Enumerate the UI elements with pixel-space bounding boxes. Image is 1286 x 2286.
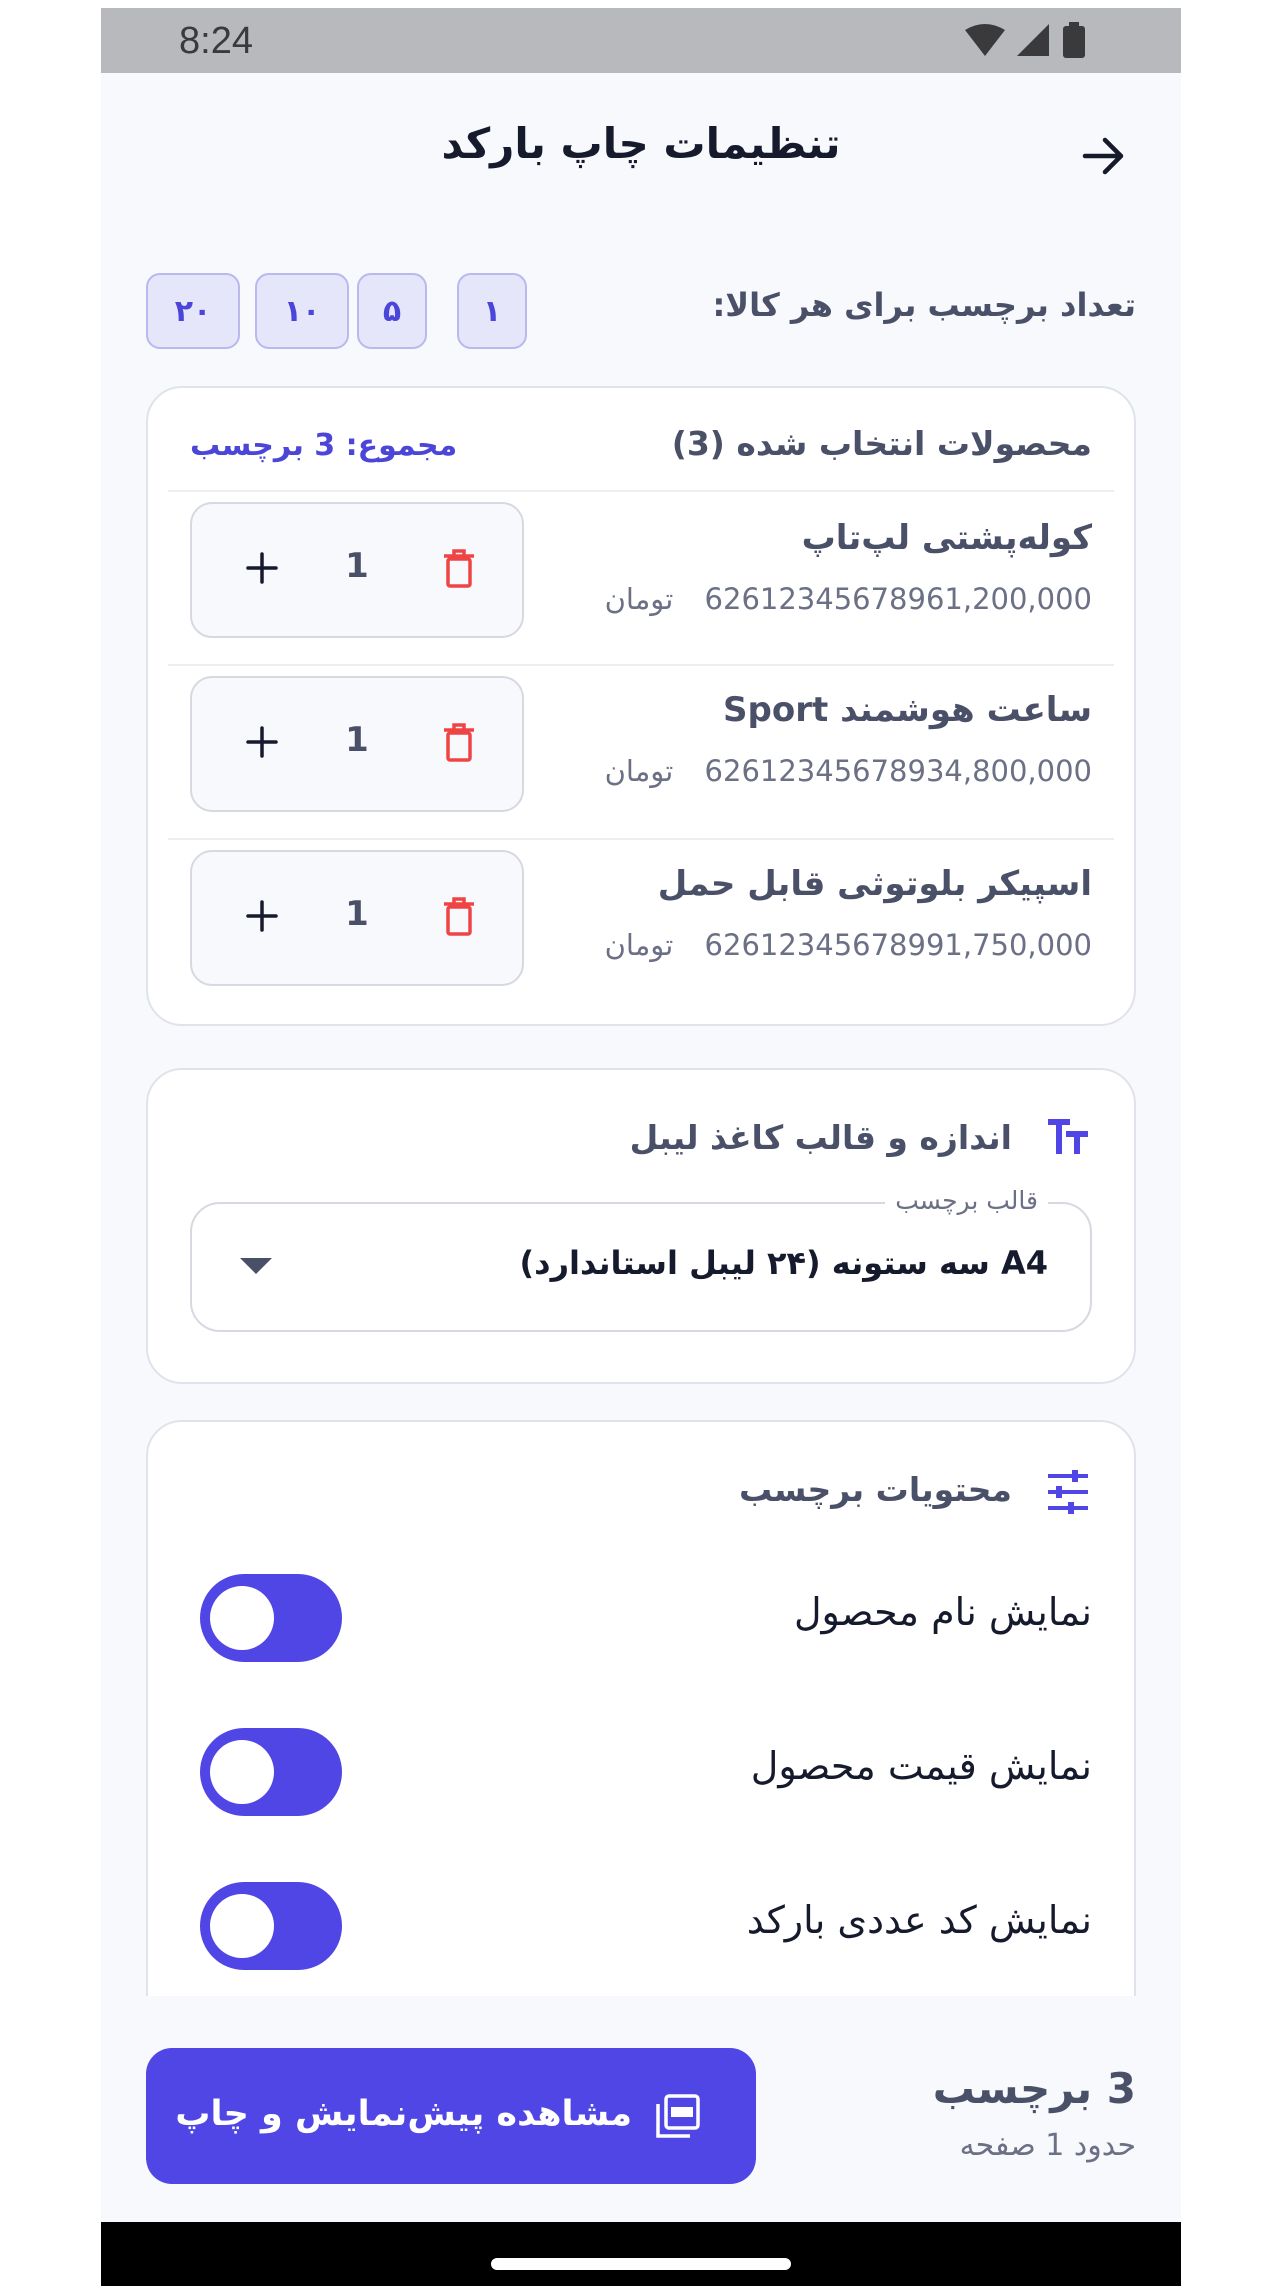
select-value: A4 سه ستونه (۲۴ لیبل استاندارد) [519, 1244, 1048, 1282]
products-title: محصولات انتخاب شده (3) [671, 424, 1092, 463]
label-content-card: محتویات برچسب نمایش نام محصول نمایش قیمت… [146, 1420, 1136, 2040]
toggle-show-name[interactable] [200, 1574, 342, 1662]
product-barcode: 6261234567893 [704, 754, 945, 788]
status-bar: 8:24 [101, 8, 1181, 73]
label-count: 3 برچسب [932, 2064, 1136, 2113]
product-barcode: 6261234567899 [704, 928, 945, 962]
quantity-chip-1[interactable]: ۱ [457, 273, 527, 349]
pdf-icon [656, 2094, 700, 2138]
trash-icon[interactable] [442, 548, 476, 588]
divider [168, 490, 1114, 492]
toggle-knob [210, 1586, 274, 1650]
plus-icon[interactable] [244, 550, 280, 586]
app-bar: تنظیمات چاپ بارکد [101, 73, 1181, 213]
toggle-knob [210, 1740, 274, 1804]
quantity-value: 1 [345, 894, 369, 934]
product-name: اسپیکر بلوتوثی قابل حمل [657, 864, 1092, 904]
product-barcode: 6261234567896 [704, 582, 945, 616]
wifi-icon [965, 24, 1005, 56]
quantity-value: 1 [345, 546, 369, 586]
text-size-icon [1048, 1119, 1088, 1154]
quantity-label: تعداد برچسب برای هر کالا: [712, 286, 1137, 324]
trash-icon[interactable] [442, 722, 476, 762]
selected-products-card: محصولات انتخاب شده (3) مجموع: 3 برچسب کو… [146, 386, 1136, 1026]
products-total: مجموع: 3 برچسب [190, 428, 458, 463]
quantity-stepper: 1 [190, 676, 524, 812]
label-size-card: اندازه و قالب کاغذ لیبل قالب برچسب A4 سه… [146, 1068, 1136, 1384]
quantity-chip-5[interactable]: ۵ [357, 273, 427, 349]
toggle-knob [210, 1894, 274, 1958]
page-title: تنظیمات چاپ بارکد [441, 119, 841, 168]
plus-icon[interactable] [244, 724, 280, 760]
toggle-show-barcode-number[interactable] [200, 1882, 342, 1970]
sliders-icon [1048, 1470, 1088, 1514]
quantity-stepper: 1 [190, 502, 524, 638]
page-estimate: حدود 1 صفحه [959, 2128, 1136, 2163]
divider [168, 664, 1114, 666]
bottom-action-bar: 3 برچسب حدود 1 صفحه مشاهده پیش‌نمایش و چ… [101, 1996, 1181, 2230]
label-size-title: اندازه و قالب کاغذ لیبل [629, 1118, 1012, 1157]
label-content-title: محتویات برچسب [738, 1470, 1012, 1509]
battery-icon [1063, 22, 1085, 58]
phone-screen: 8:24 تنظیمات چاپ بارکد تعداد برچسب برای … [101, 8, 1181, 2286]
divider [168, 838, 1114, 840]
toggle-label-barcode-number: نمایش کد عددی بارکد [746, 1898, 1092, 1942]
toggle-label-name: نمایش نام محصول [793, 1590, 1092, 1634]
caret-down-icon [240, 1258, 272, 1274]
quantity-chip-20[interactable]: ۲۰ [146, 273, 240, 349]
preview-print-label: مشاهده پیش‌نمایش و چاپ [175, 2094, 632, 2134]
arrow-right-icon[interactable] [1079, 131, 1129, 181]
quantity-chip-10[interactable]: ۱۰ [255, 273, 349, 349]
select-field-label: قالب برچسب [885, 1186, 1048, 1215]
product-meta: 62612345678961,200,000 تومان [605, 582, 1092, 616]
home-indicator[interactable] [491, 2258, 791, 2270]
product-name: کوله‌پشتی لپ‌تاپ [801, 518, 1092, 558]
plus-icon[interactable] [244, 898, 280, 934]
status-icons [965, 22, 1085, 58]
status-time: 8:24 [179, 20, 253, 62]
product-meta: 62612345678991,750,000 تومان [605, 928, 1092, 962]
preview-print-button[interactable]: مشاهده پیش‌نمایش و چاپ [146, 2048, 756, 2184]
quantity-value: 1 [345, 720, 369, 760]
toggle-label-price: نمایش قیمت محصول [750, 1744, 1092, 1788]
system-nav-bar [101, 2222, 1181, 2286]
trash-icon[interactable] [442, 896, 476, 936]
signal-icon [1017, 24, 1049, 56]
product-name: ساعت هوشمند Sport [723, 690, 1092, 730]
quantity-stepper: 1 [190, 850, 524, 986]
product-meta: 62612345678934,800,000 تومان [605, 754, 1092, 788]
label-template-select[interactable]: قالب برچسب A4 سه ستونه (۲۴ لیبل استاندار… [190, 1186, 1092, 1332]
toggle-show-price[interactable] [200, 1728, 342, 1816]
